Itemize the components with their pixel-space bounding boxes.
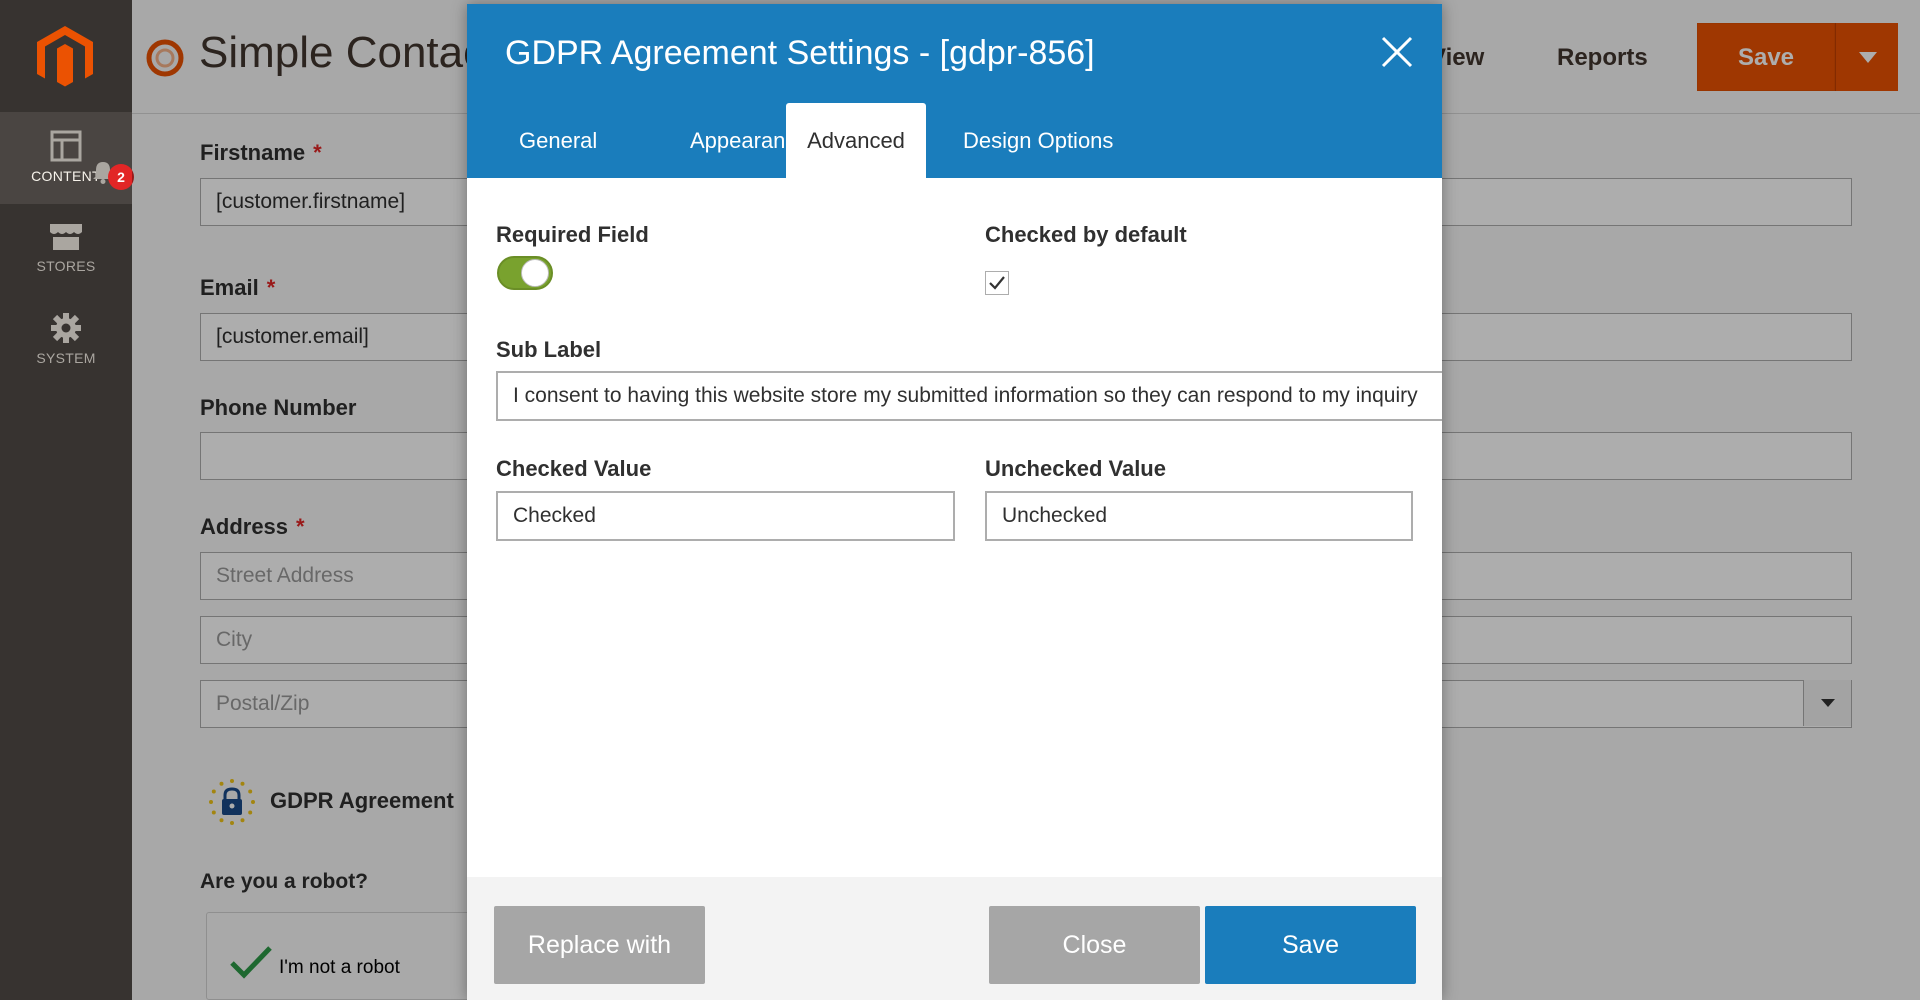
sidebar-item-label: SYSTEM xyxy=(36,350,96,366)
unchecked-value-field[interactable]: Unchecked xyxy=(985,491,1413,541)
sidebar-item-content[interactable]: CONTENT xyxy=(0,112,132,204)
modal-header: GDPR Agreement Settings - [gdpr-856] Gen… xyxy=(467,4,1442,178)
toggle-knob xyxy=(521,259,549,287)
checked-by-default-checkbox[interactable] xyxy=(985,271,1009,295)
checked-value-field[interactable]: Checked xyxy=(496,491,955,541)
checked-by-default-label: Checked by default xyxy=(985,222,1187,247)
modal-title: GDPR Agreement Settings - [gdpr-856] xyxy=(505,34,1095,72)
sub-label-field[interactable]: I consent to having this website store m… xyxy=(496,371,1442,421)
tab-design-options[interactable]: Design Options xyxy=(939,103,1137,178)
unchecked-value-label: Unchecked Value xyxy=(985,456,1166,481)
checked-value-label: Checked Value xyxy=(496,456,652,481)
close-icon[interactable] xyxy=(1379,34,1415,70)
sidebar-item-stores[interactable]: STORES xyxy=(0,222,132,292)
magento-logo[interactable] xyxy=(37,26,93,90)
gear-icon xyxy=(51,313,81,343)
sidebar-item-label: STORES xyxy=(36,258,96,274)
stores-icon xyxy=(50,224,82,250)
close-button[interactable]: Close xyxy=(989,906,1200,984)
save-button[interactable]: Save xyxy=(1205,906,1416,984)
sidebar-item-label: CONTENT xyxy=(31,168,101,184)
tab-general[interactable]: General xyxy=(495,103,621,178)
required-field-label: Required Field xyxy=(496,222,649,247)
modal-footer: Replace with Close Save xyxy=(467,877,1442,1000)
admin-sidebar: CONTENT STORES SYSTEM xyxy=(0,0,132,1000)
content-icon xyxy=(50,130,82,162)
gdpr-settings-modal: GDPR Agreement Settings - [gdpr-856] Gen… xyxy=(467,4,1442,1000)
tab-advanced[interactable]: Advanced xyxy=(786,103,926,178)
sub-label-label: Sub Label xyxy=(496,337,602,362)
checkmark-icon xyxy=(989,276,1005,290)
required-field-toggle[interactable] xyxy=(497,256,553,290)
notification-badge[interactable]: 2 xyxy=(108,164,134,190)
sidebar-item-system[interactable]: SYSTEM xyxy=(0,312,132,382)
replace-with-button[interactable]: Replace with xyxy=(494,906,705,984)
